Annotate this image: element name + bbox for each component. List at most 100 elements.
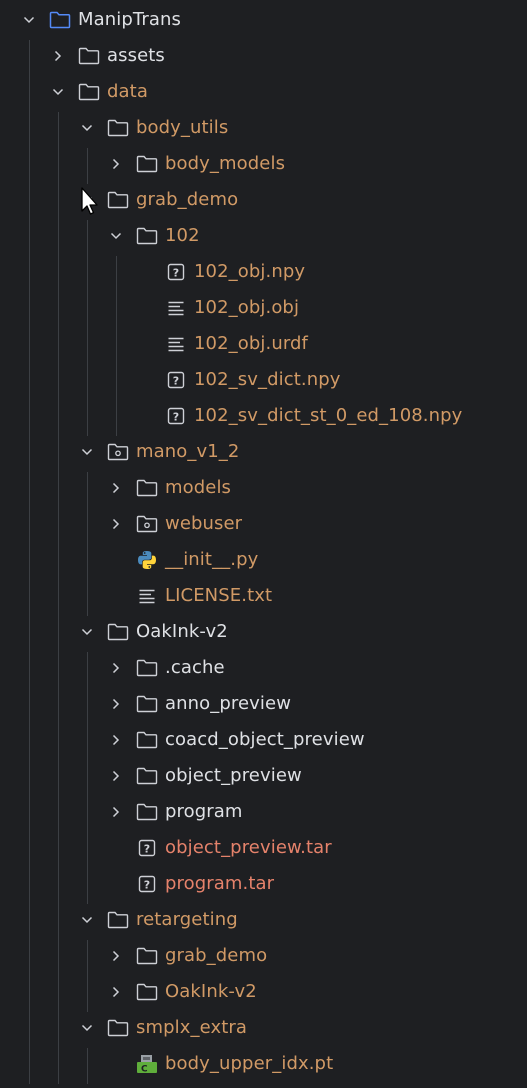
chevron-down-icon[interactable] [78,119,96,137]
folder-icon [78,46,100,66]
folder-icon [136,802,158,822]
tree-folder-node[interactable]: program [0,794,527,830]
tree-node-label: webuser [165,513,243,534]
tree-folder-node[interactable]: grab_demo [0,938,527,974]
chevron-down-icon[interactable] [20,11,38,29]
tree-node-label: OakInk-v2 [165,981,257,1002]
tree-file-node[interactable]: __init__.py [0,542,527,578]
folder-icon [107,118,129,138]
folder-icon [78,82,100,102]
folder-icon [136,658,158,678]
tree-folder-node[interactable]: models [0,470,527,506]
folder-icon [107,1018,129,1038]
svg-text:?: ? [173,266,179,279]
tree-node-label: LICENSE.txt [165,585,273,606]
indent-guide [87,220,88,436]
tree-file-node[interactable]: 102_obj.urdf [0,326,527,362]
chevron-right-icon[interactable] [107,479,125,497]
folder-icon [136,154,158,174]
tree-folder-node[interactable]: assets [0,38,527,74]
svg-text:?: ? [144,878,150,891]
tree-node-label: smplx_extra [136,1017,247,1038]
tree-file-node[interactable]: 102_obj.obj [0,290,527,326]
folder-icon [107,190,129,210]
tree-node-label: program [165,801,243,822]
chevron-right-icon[interactable] [107,155,125,173]
tree-file-node[interactable]: Cbody_upper_idx.pt [0,1046,527,1082]
unknown-file-icon: ? [165,262,187,282]
chevron-right-icon[interactable] [107,947,125,965]
chevron-down-icon[interactable] [78,623,96,641]
tree-node-label: data [107,81,148,102]
folder-icon [107,910,129,930]
chevron-right-icon[interactable] [107,983,125,1001]
tree-node-label: 102 [165,225,200,246]
tree-folder-node[interactable]: body_utils [0,110,527,146]
chevron-right-icon[interactable] [107,659,125,677]
text-file-icon [165,298,187,318]
tree-folder-node[interactable]: OakInk-v2 [0,974,527,1010]
unknown-file-icon: ? [165,406,187,426]
tree-file-node[interactable]: ? program.tar [0,866,527,902]
tree-folder-node[interactable]: .cache [0,650,527,686]
unknown-file-icon: ? [165,370,187,390]
tree-file-node[interactable]: LICENSE.txt [0,578,527,614]
chevron-down-icon[interactable] [78,1019,96,1037]
chevron-right-icon[interactable] [107,515,125,533]
tree-folder-node[interactable]: object_preview [0,758,527,794]
tree-node-label: 102_obj.npy [194,261,306,282]
tree-file-node[interactable]: ? 102_obj.npy [0,254,527,290]
tree-folder-node[interactable]: anno_preview [0,686,527,722]
folder-icon [136,478,158,498]
svg-text:?: ? [173,374,179,387]
tree-folder-node[interactable]: retargeting [0,902,527,938]
tree-folder-node[interactable]: data [0,74,527,110]
tree-node-label: .cache [165,657,225,678]
indent-guide [116,256,117,436]
chevron-down-icon[interactable] [107,227,125,245]
tree-node-label: body_models [165,153,286,174]
tree-node-label: __init__.py [165,549,259,570]
folder-module-icon [49,10,71,30]
chevron-right-icon[interactable] [49,47,67,65]
chevron-right-icon[interactable] [107,731,125,749]
unknown-file-icon: ? [136,838,158,858]
chevron-down-icon[interactable] [78,443,96,461]
tree-file-node[interactable]: ? 102_sv_dict.npy [0,362,527,398]
folder-icon [107,622,129,642]
chevron-right-icon[interactable] [107,695,125,713]
tree-file-node[interactable]: ? object_preview.tar [0,830,527,866]
indent-guide [87,940,88,1012]
tree-node-label: grab_demo [165,945,268,966]
tree-file-node[interactable]: ? 102_sv_dict_st_0_ed_108.npy [0,398,527,434]
tree-node-label: program.tar [165,873,275,894]
tree-folder-node[interactable]: coacd_object_preview [0,722,527,758]
tree-folder-node[interactable]: body_models [0,146,527,182]
tree-node-label: 102_sv_dict_st_0_ed_108.npy [194,405,463,426]
folder-icon [136,226,158,246]
chevron-right-icon[interactable] [107,803,125,821]
folder-icon [136,730,158,750]
tree-folder-node[interactable]: 102 [0,218,527,254]
folder-icon [136,694,158,714]
tree-folder-node[interactable]: OakInk-v2 [0,614,527,650]
chevron-down-icon[interactable] [49,83,67,101]
tree-node-label: OakInk-v2 [136,621,228,642]
tree-node-label: 102_obj.obj [194,297,300,318]
tree-node-label: 102_obj.urdf [194,333,308,354]
text-file-icon [136,586,158,606]
folder-icon [136,766,158,786]
package-folder-icon [107,442,129,462]
unknown-file-icon: ? [136,874,158,894]
chevron-right-icon[interactable] [107,767,125,785]
chevron-down-icon[interactable] [78,911,96,929]
tree-folder-node[interactable]: webuser [0,506,527,542]
svg-text:C: C [141,1065,148,1075]
indent-guide [29,40,30,1084]
python-file-icon [136,550,158,570]
project-tree: ManipTrans assets data body_utils body_model… [0,2,527,1084]
tree-folder-node[interactable]: mano_v1_2 [0,434,527,470]
svg-text:?: ? [173,410,179,423]
tree-folder-node[interactable]: ManipTrans [0,2,527,38]
tree-folder-node[interactable]: smplx_extra [0,1010,527,1046]
